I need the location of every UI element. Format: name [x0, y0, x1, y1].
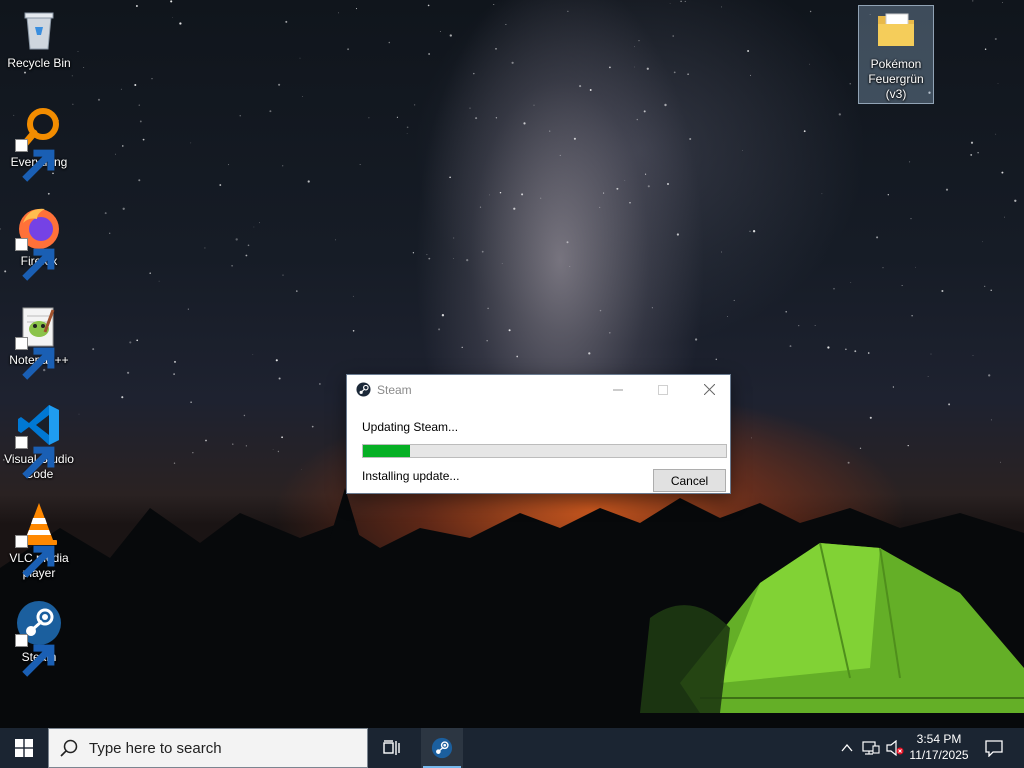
volume-muted-icon: [886, 740, 904, 756]
close-button[interactable]: [686, 375, 732, 404]
task-view-button[interactable]: [370, 728, 414, 768]
cancel-button[interactable]: Cancel: [653, 469, 726, 492]
vlc-icon: [15, 500, 63, 578]
steam-icon: [15, 599, 63, 677]
task-view-icon: [383, 740, 400, 755]
desktop-icon-vscode[interactable]: Visual Studio Code: [1, 401, 77, 482]
start-button[interactable]: [0, 728, 48, 768]
taskbar-steam-button[interactable]: [421, 728, 463, 768]
firefox-icon: [15, 203, 63, 281]
clock-time: 3:54 PM: [916, 732, 962, 746]
mountain-silhouette: [0, 488, 1024, 728]
steam-icon: [431, 737, 453, 759]
taskbar-search-box[interactable]: Type here to search: [48, 728, 368, 768]
desktop-icon-pokemon-folder[interactable]: Pokémon Feuergrün (v3): [858, 5, 934, 104]
progress-fill: [363, 445, 411, 457]
close-icon: [703, 384, 715, 395]
search-icon: [49, 728, 89, 768]
minimize-button[interactable]: [595, 375, 641, 404]
shortcut-arrow-icon: [15, 634, 55, 677]
desktop-icon-firefox[interactable]: Firefox: [1, 203, 77, 281]
maximize-button[interactable]: [640, 375, 686, 404]
steam-logo-icon: [356, 382, 371, 397]
folder-icon: [872, 6, 920, 54]
notepad-plus-plus-icon: [15, 302, 63, 380]
recycle-bin-icon: [15, 5, 63, 53]
vscode-icon: [15, 401, 63, 479]
desktop-icon-notepad-plus-plus[interactable]: Notepad++: [1, 302, 77, 380]
show-hidden-icons-button[interactable]: [838, 728, 856, 768]
desktop-icon-vlc[interactable]: VLC media player: [1, 500, 77, 581]
everything-search-icon: [15, 104, 63, 182]
network-icon: [862, 741, 880, 755]
desktop-icon-steam[interactable]: Steam: [1, 599, 77, 677]
windows-logo-icon: [15, 739, 33, 757]
update-heading: Updating Steam...: [362, 420, 459, 434]
update-progress-bar: [362, 444, 727, 458]
notification-icon: [985, 740, 1003, 757]
maximize-icon: [658, 384, 668, 395]
steam-update-dialog: Steam Updating Steam... Installing updat…: [346, 374, 731, 494]
shortcut-arrow-icon: [15, 139, 55, 182]
action-center-button[interactable]: [974, 728, 1014, 768]
shortcut-arrow-icon: [15, 337, 55, 380]
desktop-icon-recycle-bin[interactable]: Recycle Bin: [1, 5, 77, 71]
shortcut-arrow-icon: [15, 535, 55, 578]
shortcut-arrow-icon: [15, 238, 55, 281]
desktop-icon-everything[interactable]: Everything: [1, 104, 77, 182]
shortcut-arrow-icon: [15, 436, 55, 479]
taskbar: Type here to search 3:54 PM 11/17/2025: [0, 728, 1024, 768]
taskbar-clock[interactable]: 3:54 PM 11/17/2025: [906, 731, 972, 763]
search-placeholder: Type here to search: [89, 739, 222, 757]
clock-date: 11/17/2025: [909, 748, 969, 762]
chevron-up-icon: [841, 744, 853, 752]
volume-button[interactable]: [884, 728, 906, 768]
update-status: Installing update...: [362, 469, 460, 483]
desktop-wallpaper: [0, 0, 1024, 728]
minimize-icon: [613, 389, 623, 390]
desktop-icon-label: Pokémon Feuergrün (v3): [868, 57, 924, 101]
dialog-titlebar[interactable]: Steam: [347, 375, 730, 404]
desktop-icon-label: Recycle Bin: [7, 56, 71, 70]
network-button[interactable]: [860, 728, 882, 768]
dialog-title: Steam: [377, 383, 412, 397]
